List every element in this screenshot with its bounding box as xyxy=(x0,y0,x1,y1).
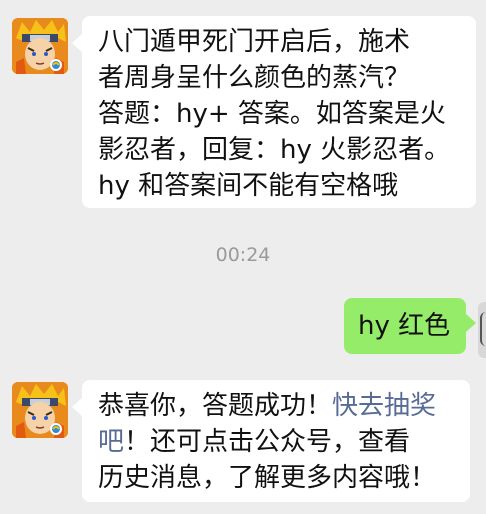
message-text-line: 历史消息，了解更多内容哦！ xyxy=(98,463,437,493)
sender-avatar[interactable] xyxy=(12,18,68,74)
message-text: hy 红色 xyxy=(358,311,451,341)
naruto-game-avatar-icon xyxy=(12,18,68,74)
message-text-line: 者周身呈什么颜色的蒸汽？ xyxy=(98,63,411,93)
message-text: ！还可点击公众号，查看 xyxy=(124,427,411,457)
incoming-message-bubble[interactable]: 八门遁甲死门开启后，施术 者周身呈什么颜色的蒸汽？ 答题：hy+ 答案。如答案是… xyxy=(72,16,476,208)
message-text-line: hy 和答案间不能有空格哦 xyxy=(98,171,399,201)
incoming-message-bubble[interactable]: 恭喜你，答题成功！快去抽奖 吧！还可点击公众号，查看 历史消息，了解更多内容哦！ xyxy=(72,380,470,502)
message-text-line: 吧！还可点击公众号，查看 xyxy=(98,424,456,460)
message-timestamp: 00:24 xyxy=(215,244,271,266)
message-text-line: 八门遁甲死门开启后，施术 xyxy=(98,27,411,57)
outgoing-message-bubble[interactable]: hy 红色 xyxy=(344,298,476,354)
sender-avatar[interactable] xyxy=(12,382,68,438)
message-text-line: 影忍者，回复：hy 火影忍者。 xyxy=(98,135,451,165)
self-avatar[interactable] xyxy=(478,302,486,358)
message-text-line: 答题：hy+ 答案。如答案是火 xyxy=(98,99,446,129)
lottery-link[interactable]: 快去抽奖 xyxy=(332,391,436,421)
message-text-line: 恭喜你，答题成功！快去抽奖 xyxy=(98,388,456,424)
message-text: 恭喜你，答题成功！ xyxy=(98,391,333,421)
naruto-game-avatar-icon xyxy=(12,382,68,438)
lottery-link[interactable]: 吧 xyxy=(98,427,124,457)
